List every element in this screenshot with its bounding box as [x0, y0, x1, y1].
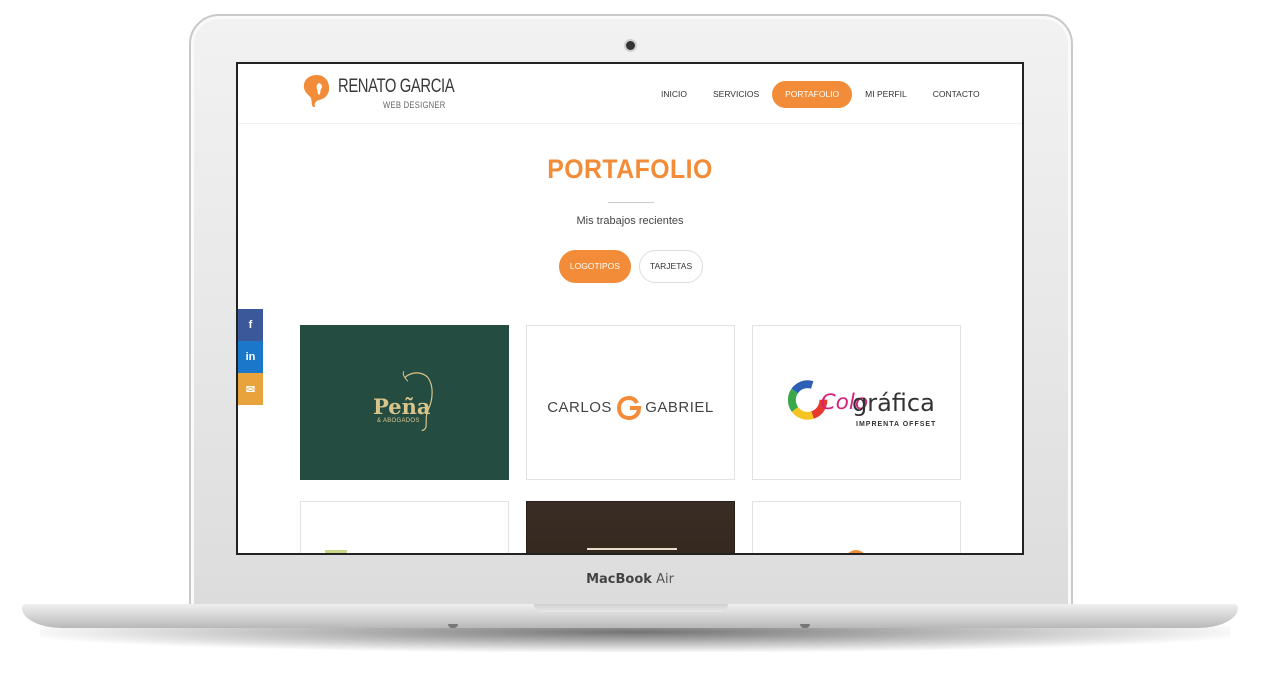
mail-icon: ✉ [245, 383, 256, 396]
gabriel-logo-right: GABRIEL [645, 398, 714, 416]
g-letter-icon [616, 396, 641, 420]
linkedin-button[interactable]: in [238, 341, 263, 373]
pena-logo-subtitle: & ABOGADOS [377, 418, 420, 424]
portfolio-item-carlos-gabriel[interactable]: CARLOS GABRIEL [526, 325, 735, 480]
portfolio-item-colografica[interactable]: Colo gráfica IMPRENTA OFFSET [752, 325, 961, 480]
section-subtitle: Mis trabajos recientes [576, 215, 684, 227]
nav-contacto[interactable]: CONTACTO [920, 81, 993, 108]
laptop-screen: RENATO GARCIA WEB DESIGNER INICIO SERVIC… [236, 62, 1024, 555]
head-silhouette-icon [303, 75, 330, 107]
facebook-icon: f [248, 319, 253, 331]
section-title: PORTAFOLIO [547, 154, 713, 184]
logo-fragment [587, 548, 677, 552]
portfolio-filters: LOGOTIPOS TARJETAS [238, 250, 1022, 283]
nav-mi-perfil[interactable]: MI PERFIL [852, 81, 920, 108]
laptop-notch [534, 604, 728, 612]
nav-inicio[interactable]: INICIO [648, 81, 700, 108]
pena-logo-text: Peña [373, 394, 431, 419]
camera-icon [626, 41, 635, 50]
device-brand: MacBook Air [586, 572, 674, 587]
facebook-button[interactable]: f [238, 309, 263, 341]
logo-fragment [845, 550, 867, 553]
portfolio-item-6[interactable] [752, 501, 961, 553]
nav-portafolio[interactable]: PORTAFOLIO [772, 81, 853, 108]
mail-button[interactable]: ✉ [238, 373, 263, 405]
title-divider [608, 202, 654, 203]
filter-tarjetas[interactable]: TARJETAS [638, 250, 704, 283]
nav-servicios[interactable]: SERVICIOS [700, 81, 772, 108]
colografica-logo-subtitle: IMPRENTA OFFSET [856, 421, 937, 428]
portfolio-item-pena[interactable]: Peña & ABOGADOS [300, 325, 509, 480]
logo-tagline: WEB DESIGNER [383, 100, 446, 110]
portfolio-item-5[interactable] [526, 501, 735, 553]
social-sidebar: f in ✉ [238, 309, 263, 405]
carlos-gabriel-logo: CARLOS GABRIEL [527, 396, 734, 420]
carlos-logo-left: CARLOS [547, 398, 612, 416]
main-nav: INICIO SERVICIOS PORTAFOLIO MI PERFIL CO… [648, 81, 993, 108]
filter-logotipos[interactable]: LOGOTIPOS [558, 250, 631, 283]
portfolio-item-4[interactable] [300, 501, 509, 553]
colografica-logo-text: gráfica [852, 389, 935, 417]
linkedin-icon: in [245, 351, 256, 363]
logo-fragment [325, 550, 347, 553]
logo-name: RENATO GARCIA [338, 76, 455, 97]
site-header: RENATO GARCIA WEB DESIGNER INICIO SERVIC… [238, 64, 1022, 124]
